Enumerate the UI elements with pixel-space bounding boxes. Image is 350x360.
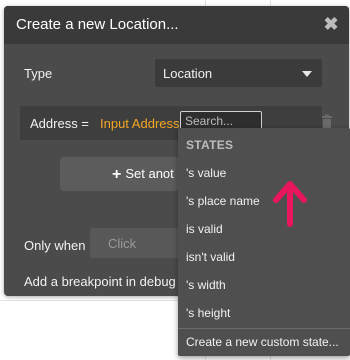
set-another-label: Set anot <box>125 166 174 181</box>
type-select[interactable]: Location <box>155 59 322 87</box>
close-icon[interactable]: ✖ <box>321 13 341 35</box>
dropdown-divider <box>178 328 350 329</box>
set-another-content: + Set anot <box>112 166 174 184</box>
dialog-header: Create a new Location... ✖ <box>4 6 349 44</box>
dropdown-item-isnt-valid[interactable]: isn't valid <box>186 250 235 264</box>
dropdown-item-width[interactable]: 's width <box>186 278 226 292</box>
type-label: Type <box>24 66 53 81</box>
create-custom-state-item[interactable]: Create a new custom state... <box>186 335 339 349</box>
chevron-down-icon <box>302 71 312 77</box>
states-dropdown: STATES 's value 's place name is valid i… <box>178 128 350 356</box>
type-select-value: Location <box>163 66 213 81</box>
arrow-up-icon <box>273 181 307 227</box>
dropdown-item-is-valid[interactable]: is valid <box>186 222 223 236</box>
dropdown-item-place-name[interactable]: 's place name <box>186 194 260 208</box>
address-expression[interactable]: Input Address <box>100 116 180 131</box>
only-when-label: Only when <box>24 238 86 253</box>
dropdown-item-value[interactable]: 's value <box>186 166 226 180</box>
dropdown-header: STATES <box>186 138 234 152</box>
only-when-placeholder: Click <box>108 236 137 251</box>
page: Create a new Location... ✖ Type Location… <box>0 0 350 360</box>
plus-icon: + <box>112 166 122 183</box>
address-label: Address = <box>30 116 89 131</box>
only-when-condition-field[interactable]: Click <box>90 228 190 258</box>
breakpoint-label[interactable]: Add a breakpoint in debug m <box>24 274 184 289</box>
dropdown-item-height[interactable]: 's height <box>186 306 230 320</box>
dialog-title: Create a new Location... <box>16 16 179 33</box>
